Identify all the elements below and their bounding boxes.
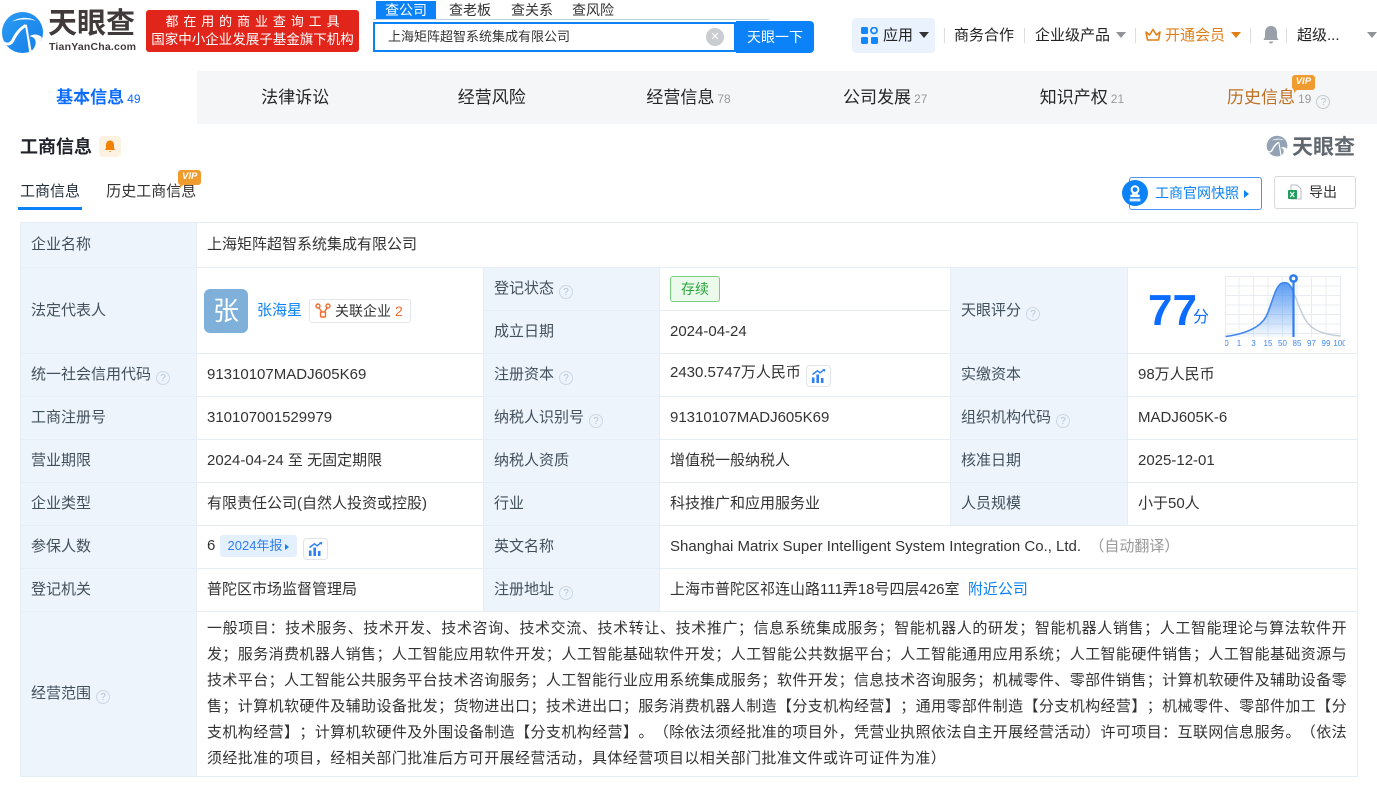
svg-text:97: 97 [1307, 339, 1316, 347]
svg-text:天眼查: 天眼查 [1292, 136, 1355, 158]
svg-text:0: 0 [1225, 339, 1229, 347]
svg-text:85: 85 [1293, 339, 1302, 347]
svg-text:50: 50 [1278, 339, 1287, 347]
svg-text:100: 100 [1333, 339, 1345, 347]
svg-text:1: 1 [1237, 339, 1242, 347]
svg-text:99: 99 [1322, 339, 1331, 347]
svg-text:3: 3 [1251, 339, 1256, 347]
svg-text:15: 15 [1264, 339, 1273, 347]
